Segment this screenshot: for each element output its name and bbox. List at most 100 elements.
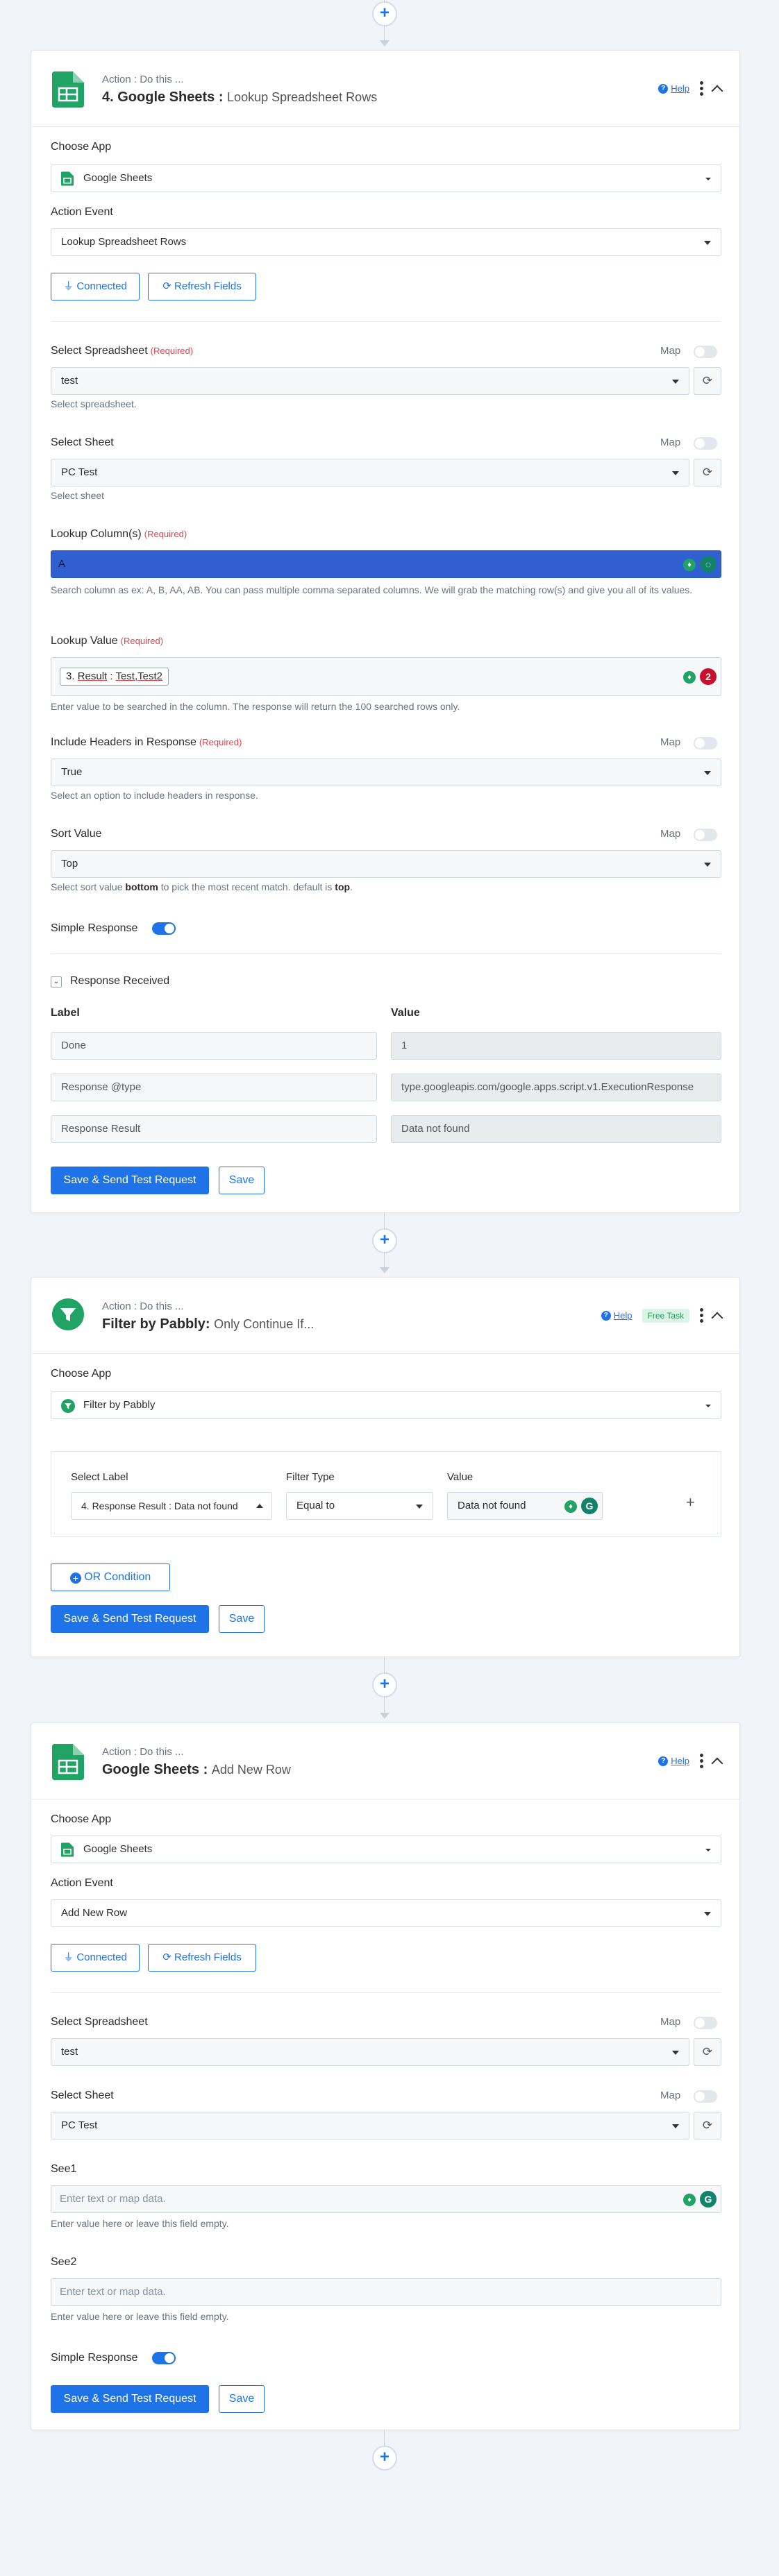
map-data-icon[interactable]: ♦	[683, 2194, 696, 2206]
add-condition-plus-icon[interactable]: +	[686, 1493, 695, 1511]
spreadsheet-select[interactable]: test	[51, 2038, 689, 2066]
connected-button[interactable]: ⏚ Connected	[51, 1944, 140, 1972]
save-send-test-button[interactable]: Save & Send Test Request	[51, 2385, 209, 2413]
save-button[interactable]: Save	[219, 1605, 265, 1633]
refresh-spreadsheet-icon[interactable]: ⟳	[694, 2038, 721, 2066]
kebab-icon[interactable]	[699, 1754, 703, 1768]
response-value-header: Value	[391, 1007, 420, 1019]
response-received-label[interactable]: Response Received	[70, 975, 169, 988]
simple-response-toggle[interactable]	[152, 922, 176, 935]
grammarly-icon[interactable]: G	[581, 1498, 598, 1514]
chevron-up-icon[interactable]	[711, 1757, 723, 1769]
required-mark: (Required)	[120, 636, 164, 646]
grammarly-icon[interactable]: ◌	[700, 556, 717, 573]
sheet-hint: Select sheet	[51, 490, 105, 501]
include-headers-label: Include Headers in Response (Required)	[51, 736, 242, 749]
map-toggle[interactable]	[694, 2017, 717, 2029]
step-header[interactable]: Action : Do this ... Google Sheets : Add…	[31, 1723, 739, 1799]
map-toggle[interactable]	[694, 437, 717, 450]
chevron-down-icon[interactable]: ⌄	[51, 976, 62, 988]
save-send-test-button[interactable]: Save & Send Test Request	[51, 1605, 209, 1633]
help-label: Help	[671, 83, 689, 94]
map-data-icon[interactable]: ♦	[683, 559, 696, 571]
include-headers-select[interactable]: True	[51, 759, 721, 786]
response-label-field: Response @type	[51, 1074, 377, 1101]
action-event-select[interactable]: Add New Row	[51, 1899, 721, 1927]
connected-button[interactable]: ⏚ Connected	[51, 273, 140, 300]
filter-type-dropdown[interactable]: Equal to	[286, 1492, 433, 1520]
add-step-plus-icon[interactable]: +	[372, 1672, 397, 1697]
include-headers-value: True	[61, 766, 83, 778]
map-toggle[interactable]	[694, 829, 717, 841]
refresh-icon: ⟳	[162, 280, 171, 292]
grammarly-icon[interactable]: G	[700, 2191, 717, 2208]
see2-input[interactable]: Enter text or map data.	[51, 2278, 721, 2306]
sheet-select[interactable]: PC Test	[51, 2112, 689, 2139]
google-sheets-icon	[52, 1744, 84, 1780]
choose-app-select[interactable]: Google Sheets	[51, 164, 721, 192]
help-link[interactable]: ? Help	[601, 1310, 633, 1321]
help-icon: ?	[658, 83, 669, 94]
choose-app-select[interactable]: Google Sheets	[51, 1836, 721, 1863]
refresh-fields-button[interactable]: ⟳ Refresh Fields	[148, 273, 256, 300]
simple-response-toggle[interactable]	[152, 2352, 176, 2364]
connector-line	[384, 2430, 385, 2447]
value-header: Value	[447, 1471, 474, 1483]
map-toggle[interactable]	[694, 2090, 717, 2103]
field-label-text: Include Headers in Response	[51, 736, 196, 748]
response-label-header: Label	[51, 1007, 80, 1019]
step-header-actions: ? Help	[658, 81, 723, 96]
step-header[interactable]: Action : Do this ... 4. Google Sheets : …	[31, 51, 739, 127]
mapped-field-chip[interactable]: 3. Result : Test,Test2	[60, 668, 169, 686]
see1-input[interactable]: Enter text or map data. ♦ G	[51, 2185, 721, 2213]
help-link[interactable]: ? Help	[658, 83, 689, 94]
add-step-plus-icon[interactable]: +	[372, 1228, 397, 1253]
refresh-sheet-icon[interactable]: ⟳	[694, 459, 721, 486]
sheet-select[interactable]: PC Test	[51, 459, 689, 486]
lookup-column-hint: Search column as ex: A, B, AA, AB. You c…	[51, 584, 693, 595]
kebab-icon[interactable]	[699, 81, 703, 96]
help-label: Help	[613, 1310, 633, 1321]
filter-value-input[interactable]: Data not found ♦ G	[447, 1492, 603, 1520]
step-title-event: Add New Row	[211, 1763, 291, 1777]
select-label-header: Select Label	[71, 1471, 128, 1483]
caret-down-icon	[704, 241, 711, 245]
add-step-plus-icon[interactable]: +	[372, 2446, 397, 2471]
add-step-plus-icon[interactable]: +	[372, 1, 397, 26]
step-title-app: 4. Google Sheets :	[102, 90, 224, 105]
kebab-icon[interactable]	[699, 1308, 703, 1323]
save-button[interactable]: Save	[219, 2385, 265, 2413]
field-label-text: Lookup Value	[51, 635, 118, 647]
lookup-value-input[interactable]: 3. Result : Test,Test2 ♦ 2	[51, 657, 721, 696]
spreadsheet-select[interactable]: test	[51, 367, 689, 395]
choose-app-select[interactable]: Filter by Pabbly	[51, 1391, 721, 1419]
divider	[51, 321, 721, 322]
or-condition-button[interactable]: + OR Condition	[51, 1564, 170, 1591]
select-label-dropdown[interactable]: 4. Response Result : Data not found	[71, 1492, 272, 1520]
step-card-lookup: Action : Do this ... 4. Google Sheets : …	[31, 50, 740, 1213]
grammarly-issues-badge[interactable]: 2	[700, 668, 717, 685]
step-header[interactable]: Action : Do this ... Filter by Pabbly: O…	[31, 1278, 739, 1354]
spreadsheet-hint: Select spreadsheet.	[51, 398, 137, 409]
refresh-spreadsheet-icon[interactable]: ⟳	[694, 367, 721, 395]
caret-down-icon	[704, 863, 711, 867]
map-data-icon[interactable]: ♦	[564, 1500, 577, 1513]
help-icon: ?	[658, 1756, 669, 1766]
save-send-test-button[interactable]: Save & Send Test Request	[51, 1167, 209, 1194]
refresh-sheet-icon[interactable]: ⟳	[694, 2112, 721, 2139]
connected-label: Connected	[76, 1951, 127, 1963]
refresh-fields-button[interactable]: ⟳ Refresh Fields	[148, 1944, 256, 1972]
filter-type-value: Equal to	[296, 1500, 335, 1511]
map-toggle[interactable]	[694, 346, 717, 358]
lookup-column-input[interactable]: A ♦ ◌	[51, 550, 721, 578]
sort-value-select[interactable]: Top	[51, 850, 721, 878]
step-card-filter: Action : Do this ... Filter by Pabbly: O…	[31, 1277, 740, 1657]
help-link[interactable]: ? Help	[658, 1756, 689, 1766]
map-data-icon[interactable]: ♦	[683, 671, 696, 684]
action-event-select[interactable]: Lookup Spreadsheet Rows	[51, 228, 721, 256]
chevron-up-icon[interactable]	[711, 85, 723, 96]
map-toggle[interactable]	[694, 737, 717, 749]
save-button[interactable]: Save	[219, 1167, 265, 1194]
map-label: Map	[660, 437, 681, 448]
chevron-up-icon[interactable]	[711, 1312, 723, 1323]
